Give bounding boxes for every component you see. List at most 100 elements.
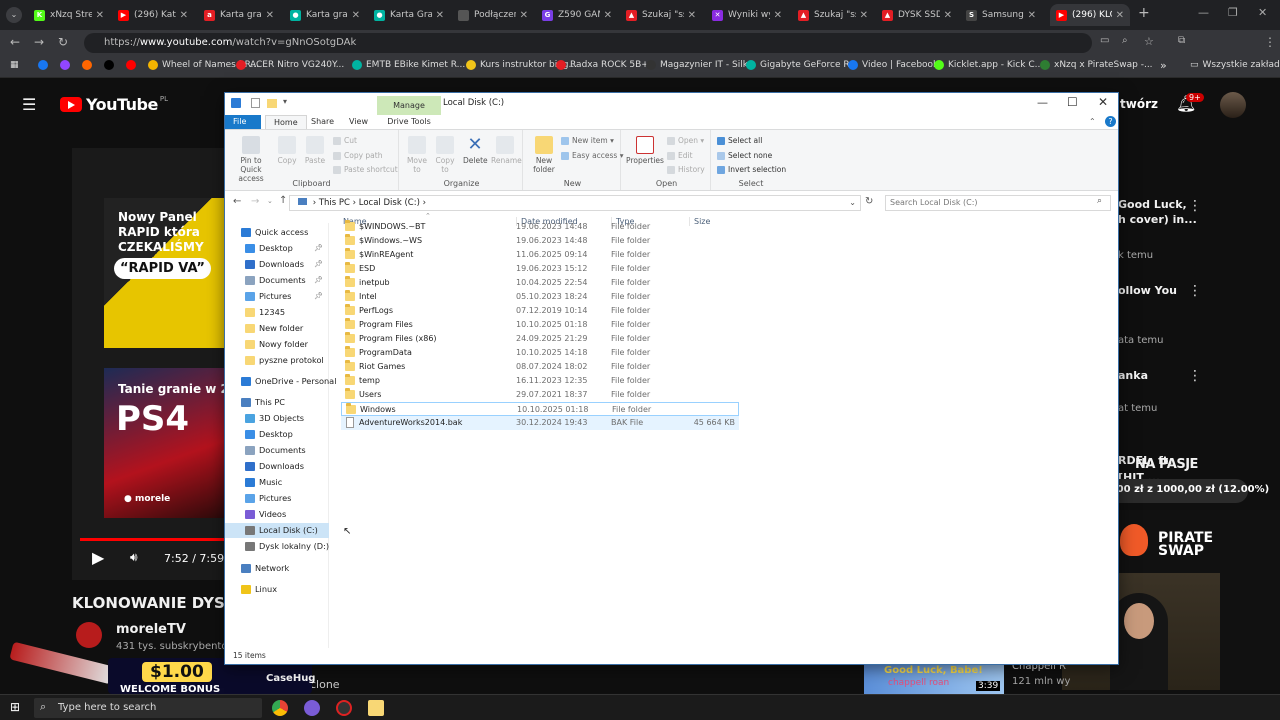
bookmark-item[interactable]: ACER Nitro VG240Y... bbox=[236, 60, 344, 70]
open-button[interactable]: Open ▾ bbox=[667, 136, 704, 145]
table-row[interactable]: $Windows.~WS 19.06.2023 14:48 File folder bbox=[341, 234, 739, 248]
nav-item[interactable]: Downloads 📌︎ bbox=[225, 257, 329, 272]
tab-close-icon[interactable]: ✕ bbox=[1028, 10, 1036, 21]
bookmark-item[interactable]: Gigabyte GeForce R... bbox=[746, 60, 858, 70]
browser-tab[interactable]: Podłączen ✕ bbox=[452, 4, 534, 26]
move-to-button[interactable]: Move to bbox=[405, 136, 429, 174]
copy-to-button[interactable]: Copy to bbox=[433, 136, 457, 174]
tab-close-icon[interactable]: ✕ bbox=[436, 10, 444, 21]
url-bar[interactable]: https://www.youtube.com/watch?v=gNnOSotg… bbox=[84, 33, 1092, 53]
pin-icon[interactable]: 📌︎ bbox=[314, 257, 323, 272]
bookmark-item[interactable]: Kicklet.app - Kick C... bbox=[934, 60, 1043, 70]
more-options-icon[interactable]: ⋮ bbox=[1188, 198, 1202, 214]
nav-item[interactable]: Pictures bbox=[225, 491, 329, 506]
table-row[interactable]: ProgramData 10.10.2025 14:18 File folder bbox=[341, 346, 739, 360]
ribbon-tab-file[interactable]: File bbox=[225, 115, 261, 129]
table-row[interactable]: PerfLogs 07.12.2019 10:14 File folder bbox=[341, 304, 739, 318]
video-thumbnail[interactable]: Nowy Panel RAPID która CZEKALIŚMY “RAPID… bbox=[104, 198, 224, 348]
browser-tab[interactable]: ● Karta Graf ✕ bbox=[368, 4, 450, 26]
tab-close-icon[interactable]: ✕ bbox=[774, 10, 782, 21]
table-row[interactable]: Intel 05.10.2023 18:24 File folder bbox=[341, 290, 739, 304]
explorer-maximize-icon[interactable]: ☐ bbox=[1067, 95, 1078, 109]
play-icon[interactable]: ▶ bbox=[92, 548, 104, 567]
bookmark-star-icon[interactable]: ☆ bbox=[1144, 35, 1154, 48]
bookmark-item[interactable]: xNzq x PirateSwap -... bbox=[1040, 60, 1153, 70]
nav-item[interactable]: Dysk lokalny (D:) bbox=[225, 539, 329, 554]
search-input[interactable]: Search Local Disk (C:) bbox=[885, 195, 1111, 211]
invert-selection-button[interactable]: Invert selection bbox=[717, 165, 786, 174]
edit-button[interactable]: Edit bbox=[667, 151, 693, 160]
tab-close-icon[interactable]: ✕ bbox=[352, 10, 360, 21]
bookmark-item[interactable] bbox=[38, 60, 52, 70]
mini-thumbnail[interactable]: Good Luck, Babe! chappell roan 3:39 bbox=[864, 664, 1004, 694]
nav-item[interactable]: 12345 bbox=[225, 305, 329, 320]
recommended-title[interactable]: h cover) in... bbox=[1118, 213, 1197, 226]
nav-item[interactable]: Downloads bbox=[225, 459, 329, 474]
file-explorer-taskbar-icon[interactable] bbox=[368, 700, 384, 716]
cast-icon[interactable]: ▭ bbox=[1100, 35, 1109, 46]
table-row[interactable]: Windows 10.10.2025 01:18 File folder bbox=[341, 402, 739, 416]
browser-tab[interactable]: ● Karta grafi ✕ bbox=[284, 4, 366, 26]
maximize-icon[interactable]: ❐ bbox=[1228, 6, 1238, 19]
tab-close-icon[interactable]: ✕ bbox=[180, 10, 188, 21]
browser-tab[interactable]: ✕ Wyniki wy ✕ bbox=[706, 4, 788, 26]
pin-icon[interactable]: 📌︎ bbox=[314, 289, 323, 304]
table-row[interactable]: Riot Games 08.07.2024 18:02 File folder bbox=[341, 360, 739, 374]
channel-avatar[interactable] bbox=[76, 622, 102, 648]
browser-tab[interactable]: ▶ (296) KLO ✕ bbox=[1050, 4, 1130, 26]
bookmark-item[interactable] bbox=[104, 60, 118, 70]
recommended-title[interactable]: ollow You bbox=[1118, 284, 1177, 297]
browser-tab[interactable]: S Samsung ✕ bbox=[960, 4, 1042, 26]
delete-button[interactable]: ✕ Delete bbox=[463, 136, 488, 166]
select-none-button[interactable]: Select none bbox=[717, 151, 772, 160]
recorder-icon[interactable] bbox=[336, 700, 352, 716]
breadcrumb[interactable]: › This PC › Local Disk (C:) › ⌄ bbox=[289, 195, 861, 211]
recommended-title[interactable]: anka bbox=[1118, 369, 1148, 382]
new-folder-quick-icon[interactable] bbox=[267, 99, 277, 108]
nav-this-pc[interactable]: This PC bbox=[225, 395, 329, 410]
tab-search-button[interactable]: ⌄ bbox=[6, 7, 22, 23]
breadcrumb-local-disk[interactable]: Local Disk (C:) bbox=[359, 198, 420, 208]
ribbon-tab-view[interactable]: View bbox=[341, 115, 376, 129]
ribbon-tab-drive-tools[interactable]: Drive Tools bbox=[377, 115, 441, 129]
new-folder-button[interactable]: New folder bbox=[529, 136, 559, 174]
easy-access-button[interactable]: Easy access ▾ bbox=[561, 151, 624, 160]
nav-item[interactable]: pyszne protokol bbox=[225, 353, 329, 368]
pin-to-quick-access-button[interactable]: Pin to Quick access bbox=[229, 136, 273, 183]
quick-access-toolbar-dropdown-icon[interactable]: ▾ bbox=[283, 97, 287, 106]
close-icon[interactable]: ✕ bbox=[1258, 6, 1267, 19]
breadcrumb-this-pc[interactable]: This PC bbox=[319, 198, 350, 208]
chrome-icon[interactable] bbox=[272, 700, 288, 716]
tab-close-icon[interactable]: ✕ bbox=[604, 10, 612, 21]
nav-quick-access[interactable]: Quick access bbox=[225, 225, 329, 240]
tab-close-icon[interactable]: ✕ bbox=[96, 10, 104, 21]
properties-button[interactable]: Properties bbox=[625, 136, 665, 165]
tab-close-icon[interactable]: ✕ bbox=[520, 10, 528, 21]
apps-grid-icon[interactable]: ▦ bbox=[10, 60, 19, 70]
taskbar-search-input[interactable]: Type here to search bbox=[34, 698, 262, 718]
tab-close-icon[interactable]: ✕ bbox=[944, 10, 952, 21]
recent-locations-icon[interactable]: ⌄ bbox=[267, 197, 273, 205]
nav-item[interactable]: Music bbox=[225, 475, 329, 490]
table-row[interactable]: Program Files (x86) 24.09.2025 21:29 File … bbox=[341, 332, 739, 346]
pin-icon[interactable]: 📌︎ bbox=[314, 273, 323, 288]
menu-icon[interactable]: ⋮ bbox=[1264, 35, 1276, 49]
properties-quick-icon[interactable] bbox=[251, 98, 260, 108]
more-options-icon[interactable]: ⋮ bbox=[1188, 283, 1202, 299]
channel-name[interactable]: moreleTV bbox=[116, 622, 186, 637]
bookmark-item[interactable]: Video | Facebook bbox=[848, 60, 938, 70]
browser-tab[interactable]: G Z590 GAM ✕ bbox=[536, 4, 618, 26]
rename-button[interactable]: Rename bbox=[491, 136, 522, 165]
ribbon-tab-home[interactable]: Home bbox=[265, 115, 307, 129]
nav-linux[interactable]: Linux bbox=[225, 582, 329, 597]
tab-close-icon[interactable]: ✕ bbox=[266, 10, 274, 21]
paste-shortcut-button[interactable]: Paste shortcut bbox=[333, 165, 398, 174]
video-thumbnail[interactable]: Tanie granie w 202 PS4 ● morele bbox=[104, 368, 246, 518]
tab-close-icon[interactable]: ✕ bbox=[860, 10, 868, 21]
nav-onedrive[interactable]: OneDrive - Personal bbox=[225, 374, 336, 389]
tab-close-icon[interactable]: ✕ bbox=[1116, 10, 1124, 21]
copy-button[interactable]: Copy bbox=[275, 136, 299, 165]
more-options-icon[interactable]: ⋮ bbox=[1188, 368, 1202, 384]
create-button-label[interactable]: twórz bbox=[1120, 97, 1158, 111]
table-row[interactable]: AdventureWorks2014.bak 30.12.2024 19:43 BA… bbox=[341, 416, 739, 430]
